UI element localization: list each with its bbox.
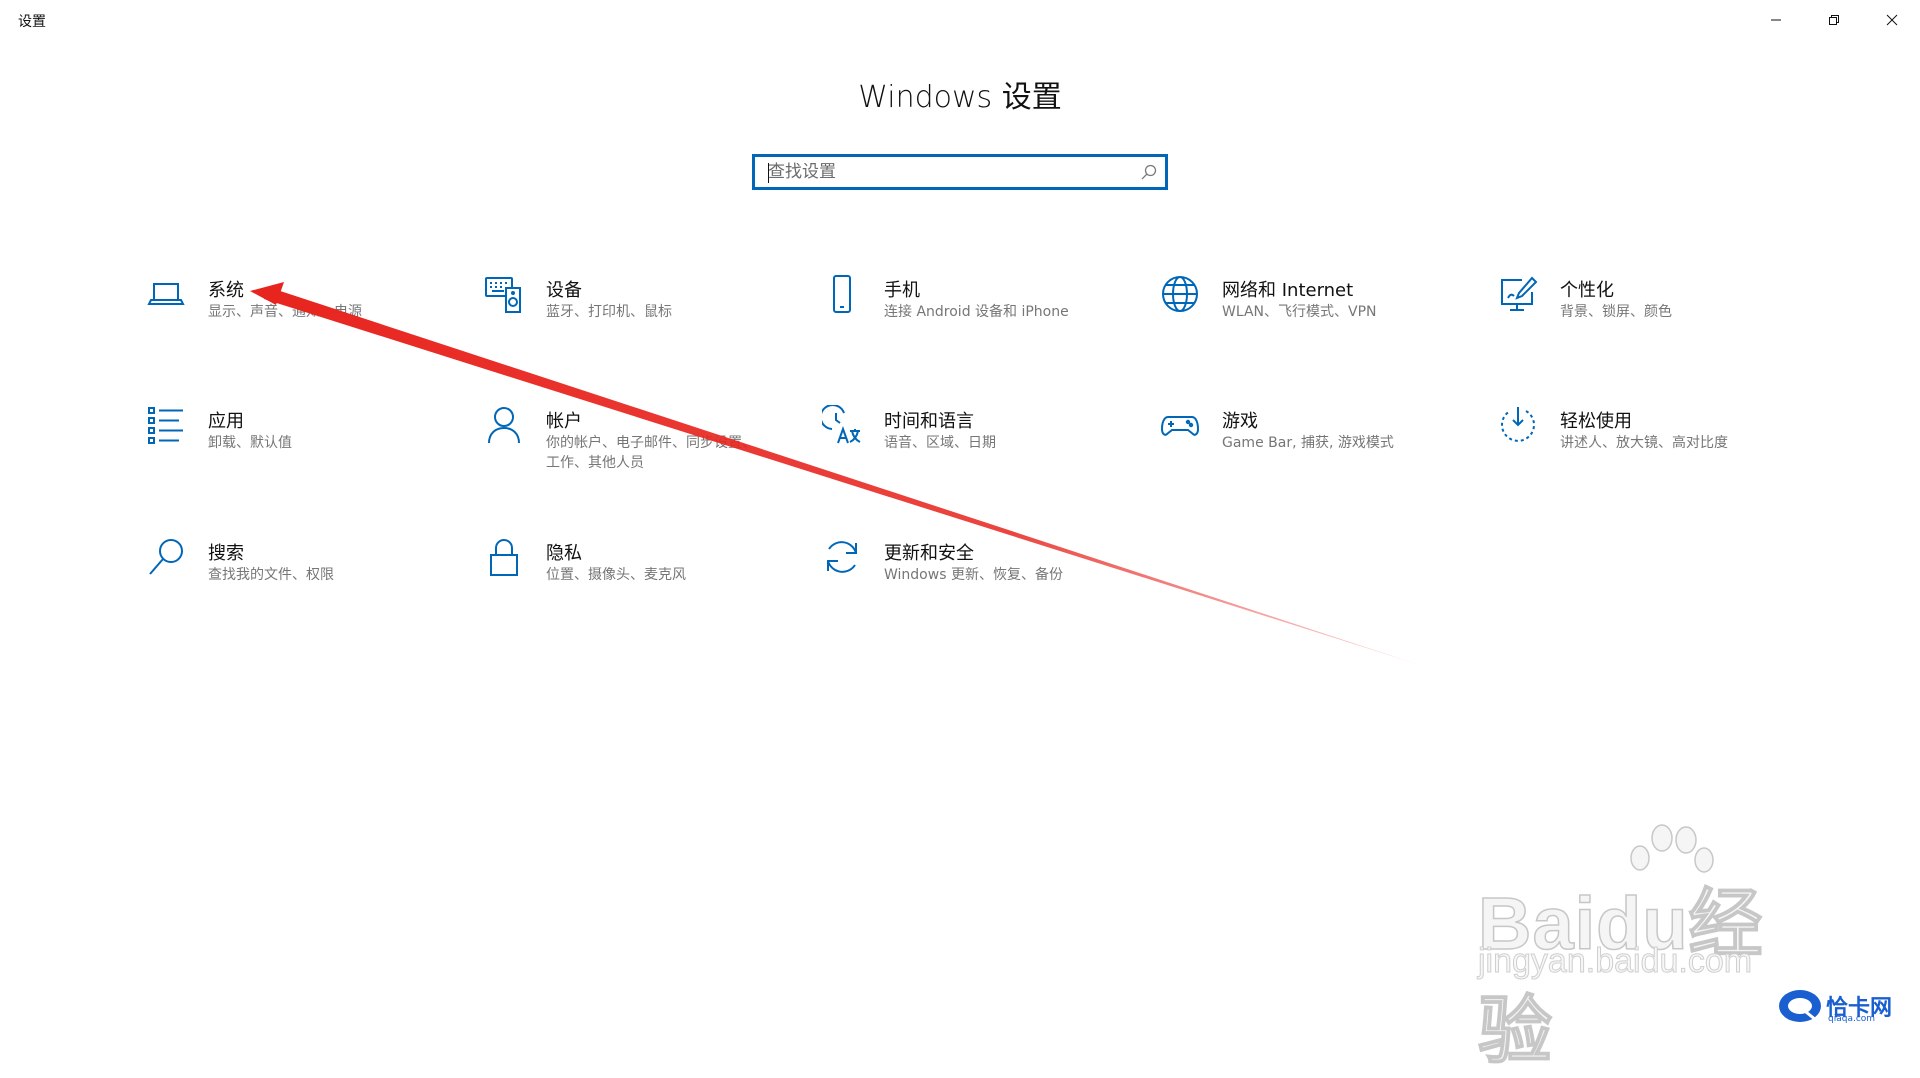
phone-icon — [820, 272, 864, 316]
tile-privacy[interactable]: 隐私 位置、摄像头、麦克风 — [482, 535, 802, 625]
tile-description: 卸载、默认值 — [208, 435, 292, 451]
apps-list-icon — [144, 403, 188, 447]
tile-label: 个性化 — [1560, 280, 1614, 301]
minimize-icon — [1771, 19, 1781, 21]
tile-description: 连接 Android 设备和 iPhone — [884, 304, 1069, 320]
tile-label: 网络和 Internet — [1222, 280, 1354, 301]
watermark-url: jingyan.baidu.com — [1477, 942, 1753, 981]
tile-label: 手机 — [884, 280, 920, 301]
tile-label: 游戏 — [1222, 411, 1258, 432]
page-title: Windows 设置 — [858, 80, 1062, 115]
tile-label: 时间和语言 — [884, 411, 974, 432]
tile-devices[interactable]: 设备 蓝牙、打印机、鼠标 — [482, 272, 802, 362]
badge-sub: qiaqa.com — [1828, 1014, 1876, 1024]
tile-time-language[interactable]: 时间和语言 语音、区域、日期 — [820, 403, 1140, 493]
title-bar: 设置 — [0, 0, 1920, 40]
laptop-icon — [144, 272, 188, 316]
tile-label: 搜索 — [208, 543, 244, 564]
lock-icon — [482, 535, 526, 579]
tile-label: 帐户 — [546, 411, 582, 432]
tile-label: 系统 — [208, 280, 244, 301]
close-button[interactable] — [1864, 0, 1920, 40]
minimize-button[interactable] — [1748, 0, 1804, 40]
search-box[interactable] — [752, 154, 1168, 190]
personalization-icon — [1496, 272, 1540, 316]
person-icon — [482, 403, 526, 447]
tile-label: 设备 — [546, 280, 582, 301]
window-title: 设置 — [18, 14, 46, 30]
badge-logo-icon — [1779, 990, 1821, 1022]
text-caret — [768, 163, 769, 183]
search-icon — [1140, 163, 1158, 185]
globe-icon — [1158, 272, 1202, 316]
tile-description: WLAN、飞行模式、VPN — [1222, 304, 1377, 320]
tile-description: 显示、声音、通知、电源 — [208, 304, 362, 320]
restore-icon — [1829, 15, 1839, 25]
tile-description: 蓝牙、打印机、鼠标 — [546, 304, 672, 320]
tile-system[interactable]: 系统 显示、声音、通知、电源 — [144, 272, 464, 362]
ease-of-access-icon — [1496, 403, 1540, 447]
gamepad-icon — [1158, 403, 1202, 447]
tile-description: 查找我的文件、权限 — [208, 567, 334, 583]
baidu-watermark: Baidu经验 jingyan.baidu.com — [1470, 820, 1830, 1073]
tile-description: Windows 更新、恢复、备份 — [884, 567, 1063, 583]
devices-icon — [482, 272, 526, 316]
tile-network[interactable]: 网络和 Internet WLAN、飞行模式、VPN — [1158, 272, 1478, 362]
sync-icon — [820, 535, 864, 579]
tile-accounts[interactable]: 帐户 你的帐户、电子邮件、同步设置、工作、其他人员 — [482, 403, 802, 493]
tile-gaming[interactable]: 游戏 Game Bar, 捕获, 游戏模式 — [1158, 403, 1478, 493]
site-badge: 恰卡网 qiaqa.com — [1776, 986, 1920, 1026]
tile-update-security[interactable]: 更新和安全 Windows 更新、恢复、备份 — [820, 535, 1140, 625]
tile-description: Game Bar, 捕获, 游戏模式 — [1222, 435, 1394, 451]
tile-label: 更新和安全 — [884, 543, 974, 564]
search-magnifier-icon — [144, 535, 188, 579]
tile-description: 你的帐户、电子邮件、同步设置、工作、其他人员 — [546, 435, 756, 471]
tile-personalization[interactable]: 个性化 背景、锁屏、颜色 — [1496, 272, 1816, 362]
tile-description: 位置、摄像头、麦克风 — [546, 567, 686, 583]
tile-search[interactable]: 搜索 查找我的文件、权限 — [144, 535, 464, 625]
time-language-icon — [820, 403, 864, 447]
tile-description: 语音、区域、日期 — [884, 435, 996, 451]
tile-phone[interactable]: 手机 连接 Android 设备和 iPhone — [820, 272, 1140, 362]
tile-ease-of-access[interactable]: 轻松使用 讲述人、放大镜、高对比度 — [1496, 403, 1816, 493]
tile-label: 轻松使用 — [1560, 411, 1632, 432]
tile-description: 讲述人、放大镜、高对比度 — [1560, 435, 1728, 451]
restore-button[interactable] — [1806, 0, 1862, 40]
tile-label: 隐私 — [546, 543, 582, 564]
close-icon — [1886, 14, 1898, 26]
search-input[interactable] — [768, 156, 1128, 188]
tile-apps[interactable]: 应用 卸载、默认值 — [144, 403, 464, 493]
tile-description: 背景、锁屏、颜色 — [1560, 304, 1672, 320]
tile-label: 应用 — [208, 411, 244, 432]
